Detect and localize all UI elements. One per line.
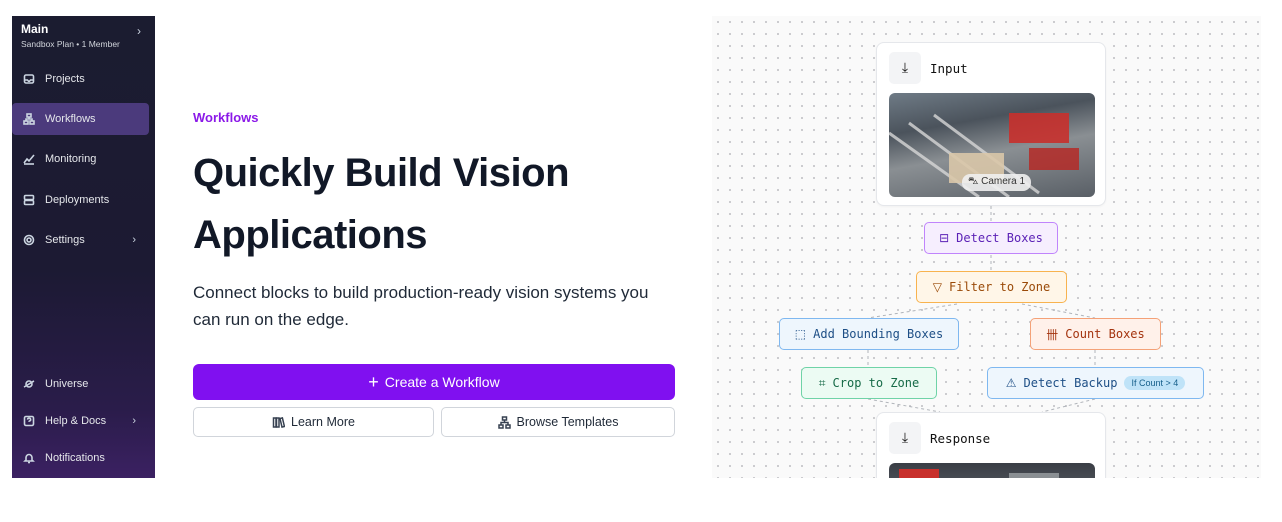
node-count-boxes[interactable]: 卌 Count Boxes	[1030, 318, 1161, 350]
sidebar-item-notifications[interactable]: Notifications	[12, 442, 149, 474]
workflow-icon	[22, 112, 36, 126]
workflow-icon	[497, 415, 511, 429]
response-image	[889, 463, 1095, 478]
page-title-line2: Applications	[193, 213, 428, 257]
gear-icon	[22, 233, 36, 247]
server-icon	[22, 193, 36, 207]
planet-icon	[22, 377, 36, 391]
response-card-title: Response	[930, 430, 991, 446]
sidebar-item-deployments[interactable]: Deployments	[12, 184, 149, 216]
node-detect-backup[interactable]: ⚠ Detect Backup If Count > 4	[987, 367, 1204, 399]
node-detect-boxes[interactable]: ⊟ Detect Boxes	[924, 222, 1058, 254]
sidebar-item-help-docs[interactable]: Help & Docs ›	[12, 405, 149, 437]
bell-icon	[22, 451, 36, 465]
box-icon: ⊟	[939, 231, 950, 245]
camera-tag-label: Camera 1	[981, 176, 1025, 187]
create-workflow-label: Create a Workflow	[384, 374, 500, 390]
camera-tag: ⛍ Camera 1	[962, 174, 1031, 191]
page-title-line1: Quickly Build Vision	[193, 151, 570, 195]
sidebar-item-label: Help & Docs	[45, 415, 107, 427]
create-workflow-button[interactable]: + Create a Workflow	[193, 364, 675, 400]
node-crop-to-zone[interactable]: ⌗ Crop to Zone	[801, 367, 937, 399]
node-filter-to-zone[interactable]: ▽ Filter to Zone	[916, 271, 1067, 303]
node-label: Add Bounding Boxes	[813, 327, 944, 341]
chart-icon	[22, 152, 36, 166]
sidebar-item-workflows[interactable]: Workflows	[12, 103, 149, 135]
books-icon	[272, 416, 286, 428]
section-eyebrow: Workflows	[193, 110, 259, 125]
node-add-bounding-boxes[interactable]: ⬚ Add Bounding Boxes	[779, 318, 959, 350]
input-card-title: Input	[930, 60, 968, 76]
browse-templates-button[interactable]: Browse Templates	[441, 407, 675, 437]
crop-icon: ⌗	[818, 375, 826, 390]
help-icon	[22, 414, 36, 428]
workspace-plan: Sandbox Plan • 1 Member	[21, 39, 120, 49]
sidebar-item-label: Deployments	[45, 194, 110, 206]
dashed-box-icon: ⬚	[794, 327, 807, 341]
sidebar-item-projects[interactable]: Projects	[12, 63, 149, 95]
node-label: Detect Backup	[1023, 376, 1118, 390]
download-icon: ⤓	[889, 52, 921, 84]
download-icon: ⤓	[889, 422, 921, 454]
learn-more-label: Learn More	[291, 415, 355, 429]
camera-feed-image: ⛍ Camera 1	[889, 93, 1095, 197]
input-card[interactable]: ⤓ Input ⛍ Camera 1	[876, 42, 1106, 206]
learn-more-button[interactable]: Learn More	[193, 407, 434, 437]
sidebar-item-label: Workflows	[45, 113, 96, 125]
node-label: Detect Boxes	[956, 231, 1043, 245]
sidebar: Main Sandbox Plan • 1 Member › Projects …	[12, 16, 155, 478]
filter-icon: ▽	[932, 280, 943, 294]
workspace-name: Main	[21, 22, 49, 36]
node-label: Crop to Zone	[832, 376, 920, 390]
plus-icon: +	[368, 371, 379, 392]
workflow-diagram: ⤓ Input ⛍ Camera 1 ⊟ Detect Boxes ▽ Filt…	[712, 16, 1261, 478]
chevron-right-icon: ›	[132, 234, 136, 246]
sidebar-item-label: Projects	[45, 73, 85, 85]
sidebar-item-label: Notifications	[45, 452, 105, 464]
node-label: Filter to Zone	[949, 280, 1051, 294]
browse-templates-label: Browse Templates	[516, 415, 619, 429]
sidebar-item-label: Universe	[45, 378, 89, 390]
tally-icon: 卌	[1046, 327, 1059, 342]
sidebar-item-settings[interactable]: Settings ›	[12, 224, 149, 256]
sidebar-item-universe[interactable]: Universe	[12, 368, 149, 400]
response-card[interactable]: ⤓ Response	[876, 412, 1106, 478]
inbox-icon	[22, 72, 36, 86]
page-description: Connect blocks to build production-ready…	[193, 283, 649, 329]
chevron-right-icon: ›	[132, 415, 136, 427]
workspace-switcher[interactable]: Main Sandbox Plan • 1 Member ›	[21, 22, 147, 49]
condition-badge: If Count > 4	[1124, 376, 1186, 390]
sidebar-item-monitoring[interactable]: Monitoring	[12, 143, 149, 175]
sidebar-item-label: Settings	[45, 234, 85, 246]
page-title: Quickly Build Vision Applications	[193, 142, 673, 266]
node-label: Count Boxes	[1065, 327, 1145, 341]
chevron-right-icon: ›	[137, 24, 141, 38]
sidebar-item-label: Monitoring	[45, 153, 97, 165]
warning-icon: ⚠	[1005, 376, 1017, 390]
response-illustration	[899, 469, 1059, 478]
